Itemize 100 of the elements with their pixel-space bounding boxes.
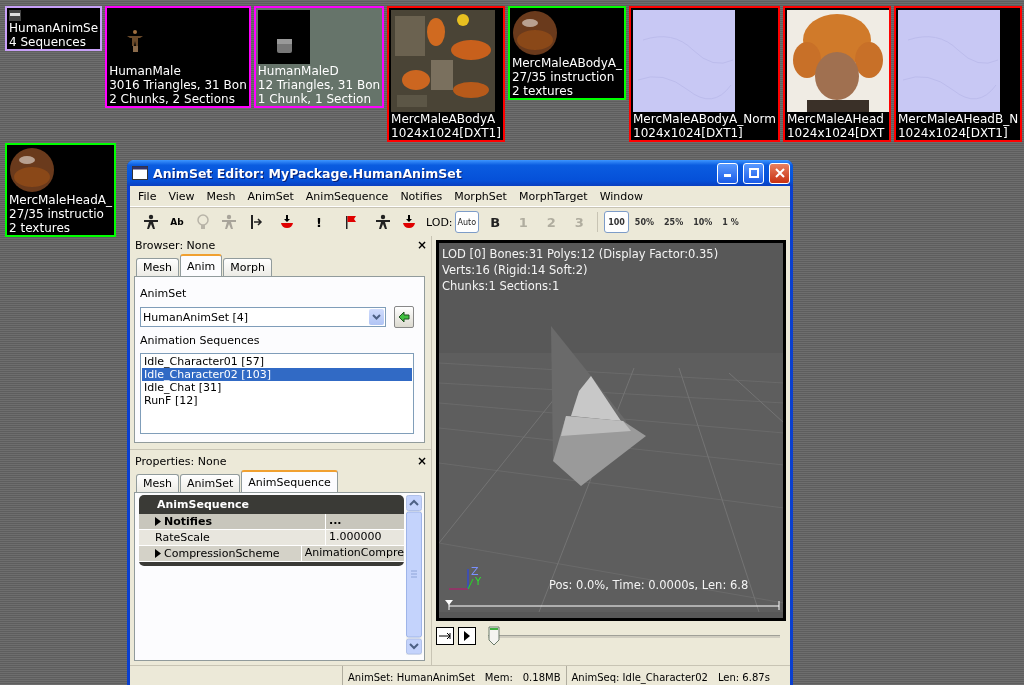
menu-item[interactable]: AnimSequence [299,189,395,203]
download-arrow-icon[interactable] [401,214,417,230]
asset-info: 4 Sequences [9,35,87,49]
tab[interactable]: Mesh [136,474,179,492]
asset-info: 1024x1024[DXT [786,126,886,140]
maximize-icon [748,168,759,178]
chevron-down-icon[interactable] [372,314,381,320]
property-value[interactable]: ... [326,514,342,529]
asset-info: 3016 Triangles, 31 Bon [109,78,248,92]
field-label: Animation Sequences [140,334,261,347]
display-factor-button[interactable]: 50% [630,211,658,233]
menu-item[interactable]: View [162,189,201,203]
display-factor-button[interactable]: 25% [660,211,688,233]
asset-thumbnail[interactable]: MercMaleABodyA 1024x1024[DXT1] [387,6,505,142]
window-icon [132,166,148,180]
property-value[interactable]: 1.000000 [326,530,382,545]
playback-slider[interactable] [488,626,780,646]
status-text: 0.18MB [522,671,561,683]
asset-thumbnail[interactable]: MercMaleAHeadB_N 1024x1024[DXT1] [893,6,1023,142]
asset-thumbnail[interactable]: HumanMaleD 12 Triangles, 31 Bon 1 Chunk, 1 Section [253,6,385,108]
play-icon [463,631,471,641]
field-label: AnimSet [140,287,188,300]
menu-item[interactable]: AnimSet [241,189,300,203]
pane-title: Browser: None [135,238,216,252]
arrow-button[interactable] [394,306,414,328]
minimize-button[interactable] [717,162,738,184]
exclamation-tool-button[interactable]: ! [306,214,332,230]
close-button[interactable] [769,162,790,184]
category-header[interactable]: AnimSequence [139,495,404,514]
viewport[interactable]: LOD [0] Bones:31 Polys:12 (Display Factor:0.35) Verts:16 (Rigid:14 Soft:2) Chunks:1 Sections:1 Z Y Pos: 0.0%, Time: 0.0000s, Len: 6.8 [436,240,786,621]
lod-label: LOD: [426,215,453,229]
scrollbar[interactable] [406,495,422,655]
asset-info: 27/35 instruction [511,70,616,84]
asset-info: 1024x1024[DXT1] [391,126,502,140]
expand-arrow-icon[interactable] [155,517,161,526]
asset-name: MercMaleAHeadB_N [897,112,1020,126]
asset-thumbnail[interactable]: MercMaleABodyA_ 27/35 instruction 2 textures [507,6,626,100]
flag-icon[interactable] [345,215,357,229]
asset-thumbnail[interactable]: MercMaleHeadA_ 27/35 instructio 2 textures [5,143,116,237]
close-pane-button[interactable]: × [416,454,427,468]
property-name: CompressionScheme [164,547,280,560]
sequence-item[interactable]: Idle_Chat [31] [142,381,412,394]
asset-name: MercMaleAHead [786,112,885,126]
menu-item[interactable]: File [132,189,163,203]
tab[interactable]: Mesh [136,258,179,276]
menu-item[interactable]: MorphTarget [512,189,594,203]
animset-icon [9,10,21,21]
asset-info: 12 Triangles, 31 Bon [257,78,382,92]
loop-button[interactable] [436,627,454,645]
asset-info: 2 Chunks, 2 Sections [109,92,236,106]
tab[interactable]: AnimSet [179,474,241,492]
display-factor-button[interactable]: 100 [604,211,629,233]
asset-info: 2 textures [511,84,574,98]
display-factor-button[interactable]: 1 % [718,211,743,233]
tab[interactable]: Anim [179,254,223,276]
asset-name: HumanMale [109,64,182,78]
tab[interactable]: AnimSequence [241,470,338,492]
status-text: AnimSeq: Idle_Character02 [571,671,708,683]
asset-name: HumanMaleD [257,64,340,78]
property-name: Notifies [164,515,212,528]
display-factor-button[interactable]: 10% [689,211,717,233]
download-arrow-icon[interactable] [279,214,295,230]
sequence-item[interactable]: Idle_Character01 [57] [142,355,412,368]
asset-info: 1024x1024[DXT1] [897,126,1009,140]
animset-dropdown[interactable]: HumanAnimSet [4] [140,307,386,327]
menu-item[interactable]: Notifies [394,189,449,203]
axis-label: Z [471,565,479,578]
play-button[interactable] [458,627,476,645]
tab[interactable]: Morph [223,258,272,276]
status-text: AnimSet: HumanAnimSet [348,671,475,683]
menu-item[interactable]: Window [593,189,649,203]
asset-thumbnail[interactable]: HumanAnimSe 4 Sequences [5,6,103,51]
asset-thumbnail[interactable]: MercMaleABodyA_Norm 1024x1024[DXT1] [629,6,780,142]
timeline-bar[interactable] [445,599,781,611]
lod-button[interactable]: Auto [454,211,480,233]
property-value[interactable]: AnimationCompre [301,546,404,561]
sequence-item[interactable]: Idle_Character02 [103] [142,368,412,381]
sequence-item[interactable]: RunF [12] [142,394,412,407]
lod-button[interactable]: B [483,211,508,233]
arrow-to-bar-icon [439,632,451,640]
viewport-info: Verts:16 (Rigid:14 Soft:2) [442,262,589,278]
figure-icon[interactable] [143,214,159,230]
close-pane-button[interactable]: × [416,238,427,252]
figure-icon[interactable] [375,214,391,230]
menu-item[interactable]: MorphSet [448,189,513,203]
asset-thumbnail[interactable]: HumanMale 3016 Triangles, 31 Bon 2 Chunks, 2 Sections [105,6,251,108]
asset-name: MercMaleABodyA_Norm [633,112,777,126]
text-tool-button[interactable]: Ab [164,217,190,227]
asset-name: MercMaleABodyA_ [511,56,623,70]
axis-label: Y [475,576,482,587]
menu-item[interactable]: Mesh [200,189,242,203]
viewport-info: Chunks:1 Sections:1 [442,278,561,294]
maximize-button[interactable] [743,162,764,184]
slider-thumb[interactable] [488,626,500,646]
status-text: Mem: [484,671,513,683]
expand-arrow-icon[interactable] [155,549,161,558]
asset-thumbnail[interactable]: MercMaleAHead 1024x1024[DXT [782,6,891,142]
asset-info: 1 Chunk, 1 Section [257,92,372,106]
property-name: RateScale [155,531,210,544]
asset-info: 2 textures [9,221,72,235]
